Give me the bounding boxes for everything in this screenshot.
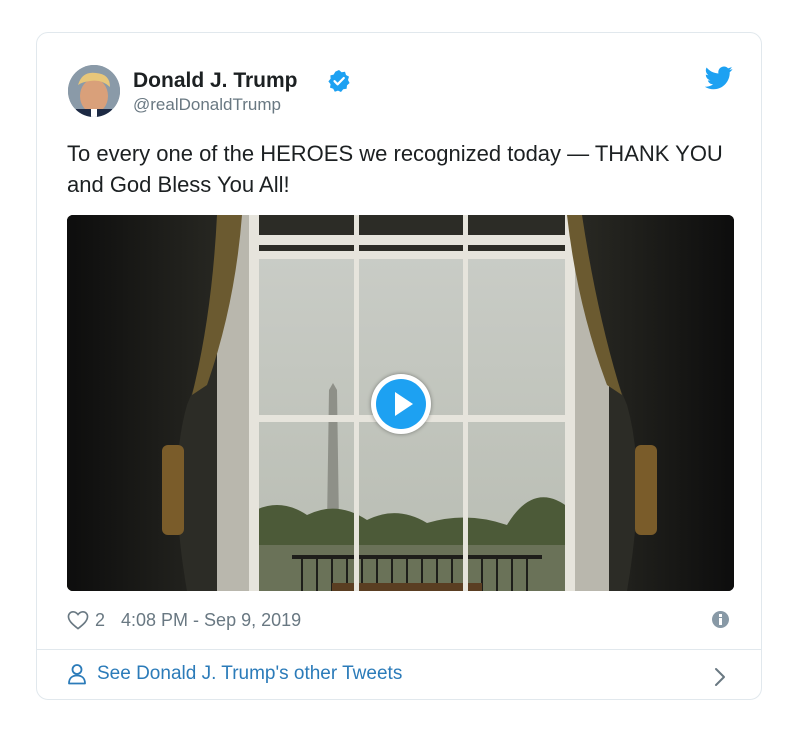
video-thumbnail[interactable]	[67, 215, 734, 591]
twitter-bird-icon[interactable]	[705, 66, 733, 90]
like-count[interactable]: 2	[95, 610, 105, 631]
see-other-tweets-link[interactable]: See Donald J. Trump's other Tweets	[67, 663, 402, 685]
footer-divider	[37, 649, 761, 650]
tweet-timestamp[interactable]: 4:08 PM - Sep 9, 2019	[121, 610, 301, 631]
avatar[interactable]	[68, 65, 120, 117]
person-icon	[68, 664, 86, 685]
chevron-right-icon[interactable]	[713, 666, 727, 688]
play-icon	[376, 379, 426, 429]
see-other-tweets-label: See Donald J. Trump's other Tweets	[97, 663, 403, 684]
verified-badge-icon	[328, 70, 350, 92]
embedded-tweet-card: Donald J. Trump @realDonaldTrump To ever…	[36, 32, 762, 700]
tweet-meta: 2 4:08 PM - Sep 9, 2019	[67, 607, 301, 633]
author-name[interactable]: Donald J. Trump	[133, 69, 298, 93]
play-button[interactable]	[371, 374, 431, 434]
author-handle[interactable]: @realDonaldTrump	[133, 95, 281, 115]
heart-icon[interactable]	[67, 610, 89, 630]
info-icon[interactable]	[712, 611, 729, 628]
tweet-text: To every one of the HEROES we recognized…	[67, 141, 723, 197]
